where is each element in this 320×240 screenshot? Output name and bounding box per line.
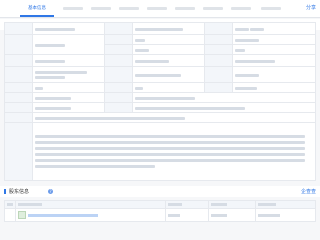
value-former-name xyxy=(32,102,105,113)
table-header-row xyxy=(4,200,317,209)
table-row xyxy=(4,112,316,123)
table-row xyxy=(4,54,316,67)
label-established xyxy=(204,34,233,45)
shareholders-table xyxy=(4,200,317,222)
value-region xyxy=(232,82,316,93)
value-address xyxy=(32,112,316,123)
label-region xyxy=(204,82,233,93)
cell-ratio xyxy=(165,208,209,222)
value-industry xyxy=(32,92,105,103)
value-established xyxy=(232,34,316,45)
col-index xyxy=(4,200,16,209)
value-insured xyxy=(132,82,205,93)
label-industry xyxy=(4,92,33,103)
table-row xyxy=(4,92,316,103)
tab-10[interactable] xyxy=(258,3,284,14)
label-company-type xyxy=(4,66,33,83)
business-info-table xyxy=(4,22,316,181)
table-row xyxy=(4,82,316,93)
cell-date xyxy=(254,208,317,222)
tab-basic-info[interactable]: 基本信息 xyxy=(18,3,56,14)
label-authority xyxy=(104,92,133,103)
tab-3[interactable] xyxy=(88,3,114,14)
table-row xyxy=(4,22,316,35)
tab-label: 基本信息 xyxy=(28,6,46,11)
tab-2[interactable] xyxy=(60,3,86,14)
value-org-code xyxy=(32,54,105,67)
value-approval-date xyxy=(232,66,316,83)
label-legal-person xyxy=(4,34,33,55)
cell-amount xyxy=(207,208,256,222)
shareholders-header: 股东信息 ? 企查查 xyxy=(0,186,320,197)
table-row[interactable] xyxy=(4,208,317,222)
cell-name[interactable] xyxy=(15,208,166,222)
table-row xyxy=(4,102,316,113)
label-tax-id xyxy=(204,54,233,67)
label-org-code xyxy=(4,54,33,67)
value-reg-no xyxy=(132,54,205,67)
label-insured xyxy=(104,82,133,93)
label-status xyxy=(104,34,133,45)
label-approval-date xyxy=(204,66,233,83)
tool-link[interactable]: 企查查 xyxy=(301,188,316,195)
label-former-name xyxy=(4,102,33,113)
share-button[interactable]: 分享 xyxy=(306,4,316,11)
tab-4[interactable] xyxy=(116,3,142,14)
section-marker xyxy=(4,189,6,194)
value-legal-person xyxy=(32,34,105,55)
value-authority xyxy=(132,92,316,103)
value-term xyxy=(132,66,205,83)
value-staff-size xyxy=(32,82,105,93)
value-status xyxy=(132,34,205,45)
table-row xyxy=(4,122,316,181)
value-credit-code xyxy=(32,22,105,35)
col-date xyxy=(254,200,317,209)
value-capital xyxy=(132,44,205,55)
tab-6[interactable] xyxy=(172,3,198,14)
label-reg-no xyxy=(104,54,133,67)
value-legal-rep xyxy=(232,22,316,35)
table-row xyxy=(4,34,316,55)
label-paid-capital xyxy=(204,44,233,55)
tab-8[interactable] xyxy=(200,3,226,14)
col-name xyxy=(15,200,166,209)
label-scope xyxy=(4,122,33,181)
value-tax-id xyxy=(232,54,316,67)
help-icon[interactable]: ? xyxy=(48,189,53,194)
active-tab-indicator xyxy=(20,15,54,17)
cell-index xyxy=(4,208,16,222)
top-tab-bar: 基本信息 分享 xyxy=(0,0,320,18)
label-address xyxy=(4,112,33,123)
table-row xyxy=(4,66,316,83)
label-capital xyxy=(104,44,133,55)
value-scope xyxy=(32,122,316,181)
label-company-name xyxy=(104,22,133,35)
col-amount xyxy=(207,200,256,209)
tab-5[interactable] xyxy=(144,3,170,14)
col-ratio xyxy=(165,200,209,209)
page: 基本信息 分享 股东信息 ? 企查查 xyxy=(0,0,320,240)
value-paid-capital xyxy=(232,44,316,55)
value-company-type xyxy=(32,66,105,83)
label-term xyxy=(104,66,133,83)
label-credit-code xyxy=(4,22,33,35)
label-english-name xyxy=(104,102,133,113)
section-title: 股东信息 xyxy=(9,189,30,195)
value-english-name xyxy=(132,102,316,113)
label-staff-size xyxy=(4,82,33,93)
value-company-name xyxy=(132,22,205,35)
label-legal-rep xyxy=(204,22,233,35)
tab-9[interactable] xyxy=(228,3,254,14)
company-logo xyxy=(18,211,26,219)
